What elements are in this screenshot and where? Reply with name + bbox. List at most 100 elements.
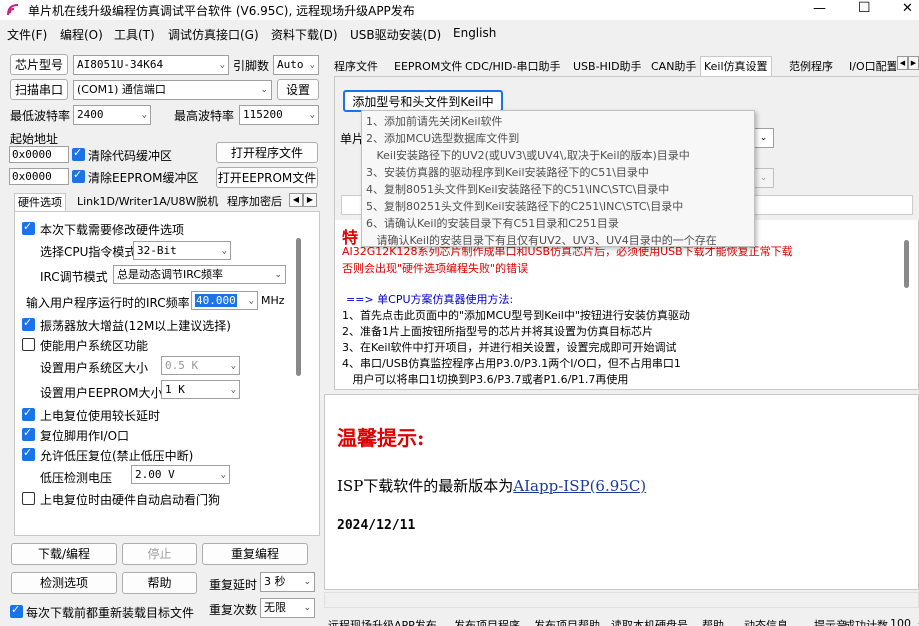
reload-target-checkbox[interactable] (10, 603, 23, 618)
eeprom-size-select[interactable]: 1 K ⌄ (161, 380, 240, 399)
chevron-down-icon: ⌄ (309, 60, 315, 70)
system-area-size-select[interactable]: 0.5 K ⌄ (161, 356, 240, 375)
irc-frequency-input[interactable]: 40.000 ⌄ (191, 291, 258, 310)
minimize-icon[interactable]: — (813, 1, 826, 16)
add-to-keil-button[interactable]: 添加型号和头文件到Keil中 (343, 90, 503, 112)
menu-download[interactable]: 资料下载(D) (271, 26, 338, 43)
keil-select-hidden[interactable]: ⌄ (753, 128, 774, 148)
long-delay-checkbox[interactable] (22, 406, 35, 421)
watchdog-label: 上电复位时由硬件自动启动看门狗 (40, 493, 221, 507)
tab-examples[interactable]: 范例程序 (785, 56, 837, 76)
low-voltage-select[interactable]: 2.00 V ⌄ (131, 465, 230, 484)
publish-project-button[interactable]: 发布项目程序 (454, 617, 520, 626)
tab-scroll-right-icon[interactable]: ▶ (303, 193, 317, 207)
tooltip-line-8: 请确认Keil的安装目录下有且仅有UV2、UV3、UV4目录中的一个存在 (366, 234, 717, 247)
eeprom-size-label: 设置用户EEPROM大小 (40, 386, 163, 400)
osc-gain-checkbox[interactable] (22, 316, 35, 331)
options-scrollbar[interactable] (296, 238, 301, 376)
maximize-icon[interactable]: ☐ (858, 0, 871, 16)
menu-program[interactable]: 编程(O) (60, 26, 103, 43)
code-address-input[interactable]: 0x0000 (9, 146, 69, 163)
notice-scrollbar[interactable] (324, 592, 919, 608)
stop-button[interactable]: 停止 (122, 543, 197, 565)
tab-hardware-options[interactable]: 硬件选项 (14, 193, 66, 211)
usage-heading: ==> 单CPU方案仿真器使用方法: (346, 293, 514, 306)
pin-count-label: 引脚数 (233, 59, 270, 73)
step-5: 用户可以将串口1切换到P3.6/P3.7或者P1.6/P1.7再使用 (342, 373, 629, 386)
dynamic-info-button[interactable]: 动态信息 (744, 617, 788, 626)
user-system-area-checkbox[interactable] (22, 338, 35, 351)
read-disk-id-button[interactable]: 读取本机硬盘号 (611, 617, 688, 626)
tab-link1d-offline[interactable]: Link1D/Writer1A/U8W脱机 (74, 193, 221, 211)
tab-cdc-hid-serial[interactable]: CDC/HID-串口助手 (461, 56, 565, 76)
download-program-button[interactable]: 下载/编程 (11, 543, 117, 565)
chip-model-select[interactable]: AI8051U-34K64 ⌄ (73, 55, 229, 75)
latest-version-link[interactable]: AIapp-ISP(6.95C) (513, 477, 646, 495)
menu-debug[interactable]: 调试仿真接口(G) (168, 26, 259, 43)
notice-date: 2024/12/11 (337, 518, 416, 533)
irc-frequency-label: 输入用户程序运行时的IRC频率 (26, 296, 190, 310)
clear-eeprom-buffer-checkbox[interactable] (72, 168, 85, 183)
keil-text-scrollbar[interactable] (904, 240, 909, 288)
app-icon (6, 3, 20, 17)
help-button[interactable]: 帮助 (122, 572, 197, 594)
clear-code-buffer-checkbox[interactable] (72, 146, 85, 161)
port-settings-button[interactable]: 设置 (277, 79, 319, 100)
modify-hw-checkbox[interactable] (22, 220, 35, 235)
min-baud-select[interactable]: 2400 ⌄ (73, 105, 151, 125)
chevron-down-icon: ⌄ (248, 296, 254, 306)
clear-code-buffer-label: 清除代码缓冲区 (88, 149, 173, 163)
low-voltage-reset-checkbox[interactable] (22, 446, 35, 461)
repeat-delay-select[interactable]: 3 秒 ⌄ (260, 572, 315, 592)
publish-help-button[interactable]: 发布项目帮助 (534, 617, 600, 626)
success-count-value: 100 (890, 617, 911, 626)
tab-scroll-right-icon[interactable]: ▶ (908, 56, 919, 70)
menu-english[interactable]: English (453, 26, 496, 40)
notice-panel: 温馨提示: ISP下载软件的最新版本为AIapp-ISP(6.95C) 2024… (324, 394, 919, 590)
status-help-button[interactable]: 帮助 (702, 617, 724, 626)
tab-scroll-left-icon[interactable]: ◀ (289, 193, 303, 207)
open-program-file-button[interactable]: 打开程序文件 (216, 142, 318, 163)
low-voltage-reset-label: 允许低压复位(禁止低压中断) (40, 449, 194, 463)
tab-eeprom-file[interactable]: EEPROM文件 (390, 56, 466, 76)
max-baud-select[interactable]: 115200 ⌄ (239, 105, 319, 125)
tab-can[interactable]: CAN助手 (647, 56, 700, 76)
check-options-button[interactable]: 检测选项 (11, 572, 117, 594)
chip-model-button[interactable]: 芯片型号 (10, 54, 68, 75)
irc-mode-select[interactable]: 总是动态调节IRC频率 ⌄ (113, 265, 286, 284)
tab-program-file[interactable]: 程序文件 (330, 56, 382, 76)
tab-usb-hid[interactable]: USB-HID助手 (569, 56, 646, 76)
step-1: 1、首先点击此页面中的"添加MCU型号到Keil中"按钮进行安装仿真驱动 (342, 309, 690, 322)
tab-scroll-left-icon[interactable]: ◀ (897, 56, 908, 70)
repeat-delay-label: 重复延时 (209, 578, 258, 592)
menu-usb-driver[interactable]: USB驱动安装(D) (350, 26, 441, 43)
port-select[interactable]: (COM1) 通信端口 ⌄ (73, 80, 272, 100)
reload-target-label: 每次下载前都重新装载目标文件 (26, 606, 195, 620)
open-eeprom-file-button[interactable]: 打开EEPROM文件 (216, 167, 318, 188)
tab-program-encrypt[interactable]: 程序加密后 (224, 193, 288, 211)
tooltip-line-7: 6、请确认Keil的安装目录下有C51目录和C251目录 (366, 217, 619, 230)
menu-tools[interactable]: 工具(T) (114, 26, 155, 43)
scan-port-button[interactable]: 扫描串口 (10, 79, 68, 100)
chevron-down-icon: ⌄ (219, 60, 225, 70)
reset-io-checkbox[interactable] (22, 426, 35, 441)
tab-io-config[interactable]: I/O口配置 (845, 56, 897, 76)
tooltip-line-3: Keil安装路径下的UV2(或UV3\或UV4\,取决于Keil的版本)目录中 (366, 149, 690, 162)
watchdog-checkbox[interactable] (22, 492, 35, 505)
menu-file[interactable]: 文件(F) (7, 26, 47, 43)
close-icon[interactable]: ✕ (902, 1, 913, 16)
remote-upgrade-button[interactable]: 远程现场升级APP发布 (328, 617, 437, 626)
keil-select-hidden-2[interactable]: ⌄ (753, 168, 774, 188)
chevron-down-icon: ⌄ (303, 603, 311, 613)
repeat-count-select[interactable]: 无限 ⌄ (260, 598, 315, 618)
pin-count-select[interactable]: Auto ⌄ (273, 55, 319, 75)
tooltip-line-2: 2、添加MCU选型数据库文件到 (366, 132, 520, 145)
cpu-mode-select[interactable]: 32-Bit ⌄ (133, 241, 231, 260)
tooltip-line-5: 4、复制8051头文件到Keil安装路径下的C51\INC\STC\目录中 (366, 183, 670, 196)
tab-keil-simulation[interactable]: Keil仿真设置 (700, 56, 772, 76)
repeat-program-button[interactable]: 重复编程 (202, 543, 308, 565)
eeprom-address-input[interactable]: 0x0000 (9, 168, 69, 185)
step-2: 2、准备1片上面按钮所指型号的芯片并将其设置为仿真目标芯片 (342, 325, 653, 338)
cpu-mode-label: 选择CPU指令模式 (40, 245, 137, 259)
chevron-down-icon: ⌄ (220, 470, 226, 480)
